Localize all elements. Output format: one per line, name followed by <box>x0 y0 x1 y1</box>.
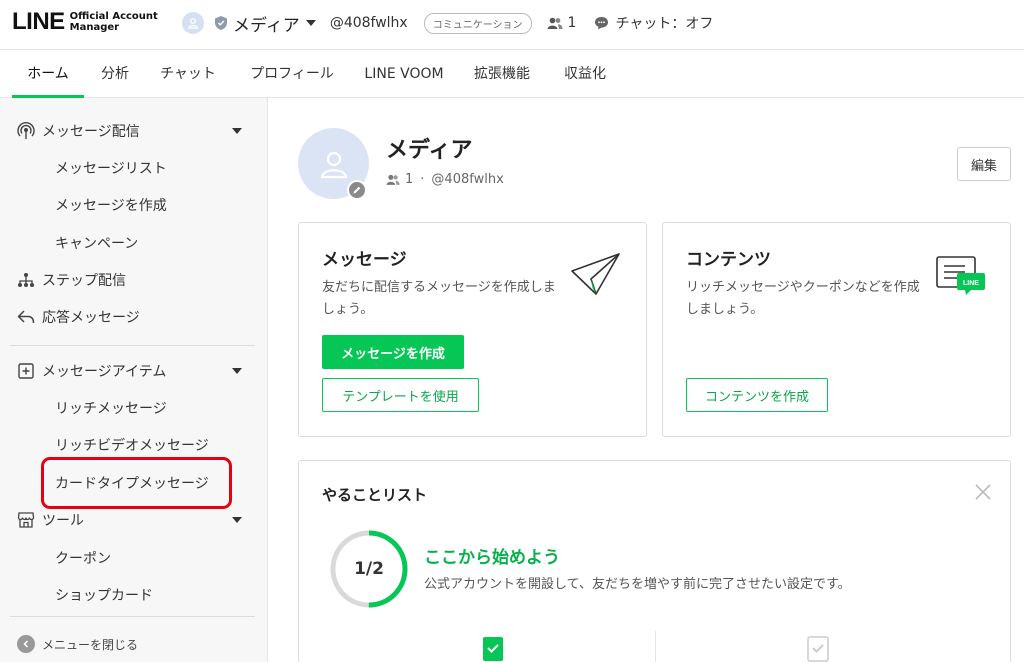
tab-line-voom[interactable]: LINE VOOM <box>364 50 444 98</box>
line-oam-logo[interactable]: LINE Official Account Manager <box>12 8 158 36</box>
profile-meta: 1 · @408fwlhx <box>386 172 504 187</box>
sidebar-item-auto-reply[interactable]: 応答メッセージ <box>0 302 268 332</box>
logo-wordmark: LINE <box>12 8 65 35</box>
friends-icon <box>386 174 400 185</box>
shop-icon <box>17 512 35 528</box>
sidebar: メッセージ配信 メッセージリスト メッセージを作成 キャンペーン ステップ配信 … <box>0 98 268 662</box>
tab-monetization[interactable]: 収益化 <box>560 50 610 98</box>
close-menu-button[interactable]: メニューを閉じる <box>17 635 138 653</box>
todo-heading: ここから始めよう <box>424 548 560 568</box>
tab-analytics[interactable]: 分析 <box>96 50 134 98</box>
friends-icon <box>547 17 563 29</box>
sidebar-item-message-items[interactable]: メッセージアイテム <box>0 356 268 386</box>
sidebar-item-message-delivery[interactable]: メッセージ配信 <box>0 116 268 146</box>
message-card-title: メッセージ <box>322 250 407 270</box>
chevron-down-icon <box>305 20 316 26</box>
main-nav-tabs: ホーム 分析 チャット プロフィール LINE VOOM 拡張機能 収益化 <box>0 50 1024 98</box>
step-divider <box>655 631 656 662</box>
tab-chat[interactable]: チャット <box>157 50 219 98</box>
broadcast-icon <box>17 122 35 139</box>
sidebar-item-step-delivery[interactable]: ステップ配信 <box>0 265 268 295</box>
sidebar-divider <box>10 345 255 346</box>
chevron-left-icon <box>17 635 35 653</box>
sidebar-item-shop-card[interactable]: ショップカード <box>0 580 268 610</box>
create-content-button[interactable]: コンテンツを作成 <box>686 378 828 412</box>
highlight-annotation <box>41 457 232 509</box>
todo-title: やることリスト <box>322 486 428 504</box>
logo-subtitle: Official Account Manager <box>69 11 158 33</box>
sidebar-item-rich-video-message[interactable]: リッチビデオメッセージ <box>0 430 268 460</box>
chat-bubble-icon <box>595 17 609 30</box>
content-card: コンテンツ LINE リッチメッセージやクーポンなどを作成しましょう。 コンテン… <box>662 222 1011 437</box>
sidebar-item-create-message[interactable]: メッセージを作成 <box>0 190 268 220</box>
create-message-button[interactable]: メッセージを作成 <box>322 335 464 369</box>
tab-extensions[interactable]: 拡張機能 <box>470 50 534 98</box>
sidebar-item-campaign[interactable]: キャンペーン <box>0 228 268 258</box>
todo-card: やることリスト 1/2 ここから始めよう 公式アカウントを開設して、友だちを増や… <box>298 460 1011 662</box>
add-box-icon <box>18 363 34 379</box>
use-template-button[interactable]: テンプレートを使用 <box>322 378 479 412</box>
sidebar-item-rich-message[interactable]: リッチメッセージ <box>0 393 268 423</box>
completed-step-icon[interactable] <box>482 636 504 662</box>
chevron-down-icon <box>232 368 242 374</box>
edit-avatar-icon[interactable] <box>347 180 367 200</box>
progress-label: 1/2 <box>354 559 384 579</box>
message-card: メッセージ 友だちに配信するメッセージを作成しましょう。 メッセージを作成 テン… <box>298 222 647 437</box>
content-chat-icon: LINE <box>936 256 985 295</box>
message-card-description: 友だちに配信するメッセージを作成しましょう。 <box>322 280 556 317</box>
account-id: @408fwlhx <box>329 15 408 31</box>
account-switcher[interactable]: メディア @408fwlhx コミュニケーション 1 チャット：オフ <box>182 12 713 36</box>
account-avatar <box>182 12 204 34</box>
sidebar-item-coupon[interactable]: クーポン <box>0 543 268 573</box>
todo-description: 公式アカウントを開設して、友だちを増やす前に完了させたい設定です。 <box>424 577 851 592</box>
tab-home[interactable]: ホーム <box>12 50 84 98</box>
sidebar-divider <box>10 616 255 617</box>
flow-tree-icon <box>18 273 34 287</box>
paper-plane-icon <box>571 253 620 295</box>
content-card-description: リッチメッセージやクーポンなどを作成しましょう。 <box>686 280 920 317</box>
chat-status[interactable]: チャット：オフ <box>594 13 713 33</box>
sidebar-item-message-list[interactable]: メッセージリスト <box>0 153 268 183</box>
person-icon <box>320 151 347 178</box>
chevron-down-icon <box>232 517 242 523</box>
sidebar-item-tools[interactable]: ツール <box>0 505 268 535</box>
account-name: メディア <box>233 15 300 36</box>
profile-name: メディア <box>386 138 473 163</box>
tab-profile[interactable]: プロフィール <box>246 50 338 98</box>
plan-badge: コミュニケーション <box>423 12 532 34</box>
top-header: LINE Official Account Manager メディア @408f… <box>0 0 1024 50</box>
shield-icon <box>215 16 227 30</box>
pending-step-icon[interactable] <box>807 636 829 662</box>
person-icon <box>187 18 199 29</box>
line-badge-text: LINE <box>963 280 979 287</box>
main-content: メディア 1 · @408fwlhx 編集 メッセージ 友だちに配信するメッセー… <box>269 98 1024 662</box>
edit-profile-button[interactable]: 編集 <box>957 147 1011 181</box>
member-count: 1 <box>547 15 576 31</box>
reply-arrow-icon <box>17 310 35 324</box>
close-icon[interactable] <box>974 483 992 501</box>
chevron-down-icon <box>232 128 242 134</box>
content-card-title: コンテンツ <box>686 250 771 270</box>
